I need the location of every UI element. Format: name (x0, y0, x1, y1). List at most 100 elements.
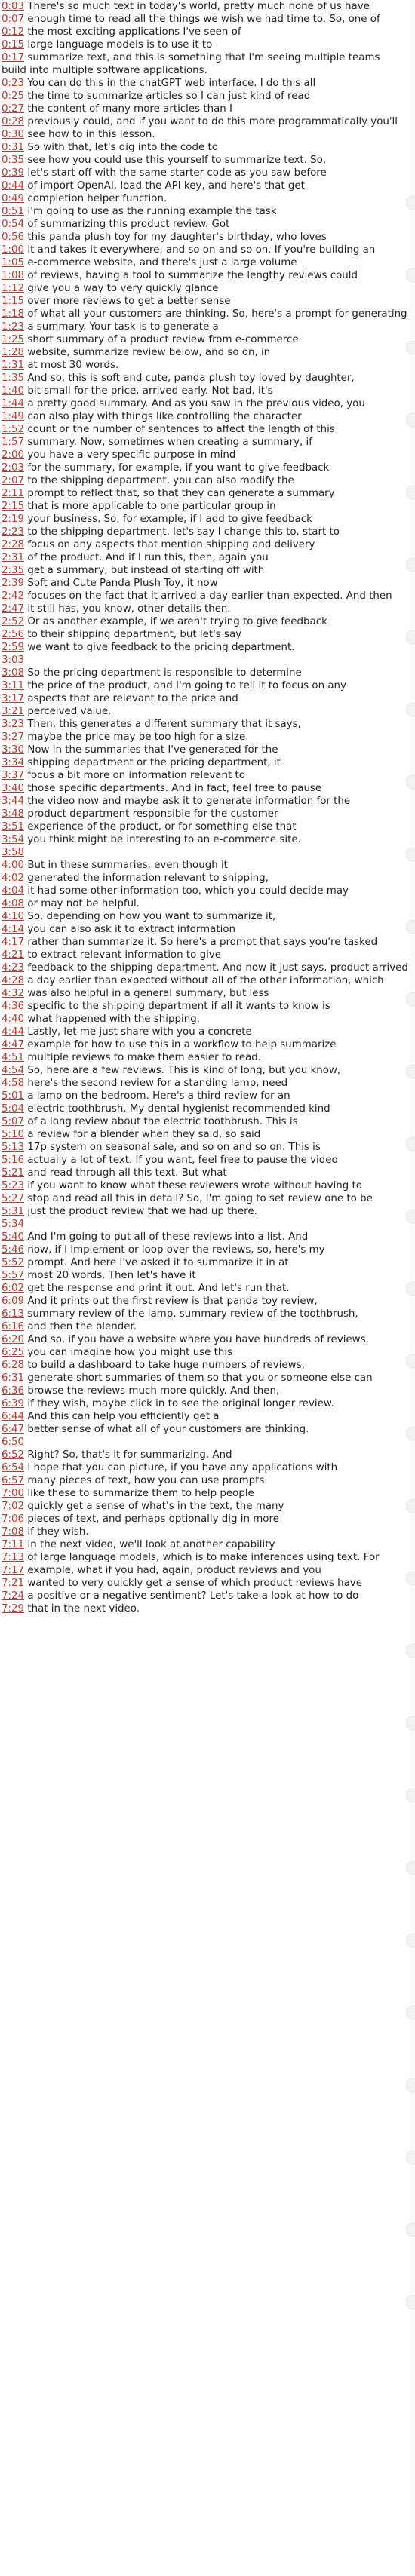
timestamp-link[interactable]: 5:23 (2, 1180, 24, 1191)
timestamp-link[interactable]: 2:42 (2, 590, 24, 602)
timestamp-link[interactable]: 6:52 (2, 1449, 24, 1461)
side-bubble-icon[interactable] (406, 2078, 415, 2092)
timestamp-link[interactable]: 1:35 (2, 373, 24, 384)
timestamp-link[interactable]: 0:27 (2, 103, 24, 115)
timestamp-link[interactable]: 0:44 (2, 180, 24, 192)
timestamp-link[interactable]: 2:39 (2, 578, 24, 589)
timestamp-link[interactable]: 7:00 (2, 1488, 24, 1499)
timestamp-link[interactable]: 0:51 (2, 206, 24, 217)
timestamp-link[interactable]: 3:51 (2, 821, 24, 833)
side-bubble-icon[interactable] (406, 775, 415, 789)
timestamp-link[interactable]: 4:23 (2, 962, 24, 974)
timestamp-link[interactable]: 0:31 (2, 142, 24, 153)
timestamp-link[interactable]: 1:57 (2, 437, 24, 448)
side-bubble-icon[interactable] (406, 1644, 415, 1658)
timestamp-link[interactable]: 4:17 (2, 937, 24, 948)
timestamp-link[interactable]: 6:39 (2, 1398, 24, 1409)
side-bubble-icon[interactable] (406, 341, 415, 354)
timestamp-link[interactable]: 4:00 (2, 860, 24, 871)
timestamp-link[interactable]: 6:16 (2, 1321, 24, 1332)
timestamp-link[interactable]: 4:47 (2, 1039, 24, 1050)
timestamp-link[interactable]: 3:17 (2, 693, 24, 704)
timestamp-link[interactable]: 6:13 (2, 1308, 24, 1320)
timestamp-link[interactable]: 2:47 (2, 603, 24, 615)
timestamp-link[interactable]: 5:52 (2, 1257, 24, 1268)
timestamp-link[interactable]: 0:07 (2, 14, 24, 25)
timestamp-link[interactable]: 1:08 (2, 270, 24, 281)
timestamp-link[interactable]: 4:51 (2, 1052, 24, 1063)
timestamp-link[interactable]: 3:27 (2, 731, 24, 743)
side-bubble-icon[interactable] (406, 992, 415, 1006)
side-bubble-icon[interactable] (406, 1934, 415, 1947)
timestamp-link[interactable]: 4:58 (2, 1078, 24, 1089)
timestamp-link[interactable]: 4:54 (2, 1065, 24, 1076)
timestamp-link[interactable]: 7:29 (2, 1603, 24, 1615)
timestamp-link[interactable]: 6:57 (2, 1475, 24, 1486)
timestamp-link[interactable]: 6:20 (2, 1334, 24, 1345)
timestamp-link[interactable]: 2:28 (2, 539, 24, 550)
timestamp-link[interactable]: 3:21 (2, 706, 24, 717)
timestamp-link[interactable]: 1:12 (2, 283, 24, 294)
timestamp-link[interactable]: 1:49 (2, 411, 24, 422)
timestamp-link[interactable]: 1:28 (2, 347, 24, 358)
timestamp-link[interactable]: 1:15 (2, 296, 24, 307)
timestamp-link[interactable]: 5:16 (2, 1155, 24, 1166)
timestamp-link[interactable]: 6:09 (2, 1296, 24, 1307)
timestamp-link[interactable]: 2:56 (2, 629, 24, 640)
timestamp-link[interactable]: 0:28 (2, 116, 24, 127)
timestamp-link[interactable]: 2:59 (2, 642, 24, 653)
timestamp-link[interactable]: 4:04 (2, 885, 24, 897)
timestamp-link[interactable]: 2:35 (2, 565, 24, 576)
timestamp-link[interactable]: 7:02 (2, 1501, 24, 1512)
timestamp-link[interactable]: 1:52 (2, 424, 24, 435)
side-bubble-icon[interactable] (406, 1572, 415, 1585)
side-bubble-icon[interactable] (406, 1210, 415, 1223)
timestamp-link[interactable]: 2:03 (2, 462, 24, 474)
timestamp-link[interactable]: 6:28 (2, 1360, 24, 1371)
timestamp-link[interactable]: 4:32 (2, 988, 24, 999)
side-bubble-icon[interactable] (406, 268, 415, 282)
timestamp-link[interactable]: 5:04 (2, 1103, 24, 1115)
timestamp-link[interactable]: 6:31 (2, 1372, 24, 1384)
side-bubble-icon[interactable] (406, 2151, 415, 2164)
timestamp-link[interactable]: 0:49 (2, 193, 24, 204)
timestamp-link[interactable]: 2:52 (2, 616, 24, 627)
timestamp-link[interactable]: 7:06 (2, 1513, 24, 1525)
side-bubble-icon[interactable] (406, 413, 415, 427)
timestamp-link[interactable]: 1:23 (2, 321, 24, 333)
timestamp-link[interactable]: 5:46 (2, 1244, 24, 1256)
timestamp-link[interactable]: 4:44 (2, 1026, 24, 1038)
timestamp-link[interactable]: 7:17 (2, 1565, 24, 1576)
side-bubble-icon[interactable] (406, 920, 415, 934)
side-bubble-icon[interactable] (406, 1282, 415, 1296)
timestamp-link[interactable]: 3:03 (2, 655, 24, 666)
timestamp-link[interactable]: 3:48 (2, 808, 24, 820)
side-bubble-icon[interactable] (406, 558, 415, 572)
timestamp-link[interactable]: 7:21 (2, 1578, 24, 1589)
side-bubble-icon[interactable] (406, 1716, 415, 1730)
timestamp-link[interactable]: 3:11 (2, 680, 24, 692)
timestamp-link[interactable]: 0:17 (2, 52, 24, 63)
timestamp-link[interactable]: 3:08 (2, 667, 24, 679)
side-bubble-icon[interactable] (406, 196, 415, 210)
timestamp-link[interactable]: 1:44 (2, 398, 24, 409)
timestamp-link[interactable]: 5:21 (2, 1167, 24, 1179)
timestamp-link[interactable]: 6:36 (2, 1385, 24, 1397)
timestamp-link[interactable]: 4:21 (2, 949, 24, 961)
timestamp-link[interactable]: 5:07 (2, 1116, 24, 1127)
timestamp-link[interactable]: 1:40 (2, 385, 24, 397)
timestamp-link[interactable]: 4:36 (2, 1001, 24, 1012)
timestamp-link[interactable]: 5:40 (2, 1231, 24, 1243)
timestamp-link[interactable]: 5:31 (2, 1206, 24, 1217)
side-bubble-icon[interactable] (406, 2295, 415, 2309)
timestamp-link[interactable]: 0:35 (2, 155, 24, 166)
timestamp-link[interactable]: 4:10 (2, 911, 24, 922)
timestamp-link[interactable]: 6:25 (2, 1347, 24, 1358)
timestamp-link[interactable]: 4:40 (2, 1014, 24, 1025)
timestamp-link[interactable]: 0:15 (2, 39, 24, 51)
timestamp-link[interactable]: 4:08 (2, 898, 24, 909)
timestamp-link[interactable]: 6:50 (2, 1437, 24, 1448)
timestamp-link[interactable]: 6:44 (2, 1411, 24, 1422)
timestamp-link[interactable]: 4:02 (2, 872, 24, 884)
timestamp-link[interactable]: 1:25 (2, 334, 24, 345)
